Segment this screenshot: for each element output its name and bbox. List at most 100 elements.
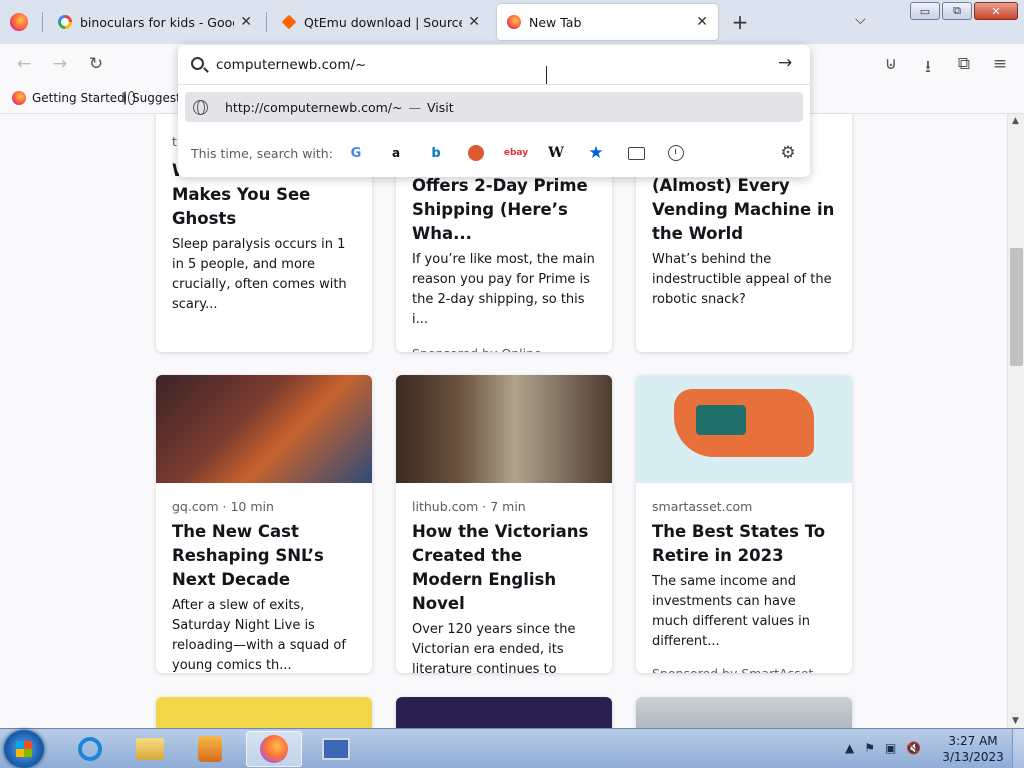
- story-image: [636, 375, 852, 483]
- internet-explorer-taskbar-icon[interactable]: [62, 731, 118, 767]
- story-title: Makes You See Ghosts: [172, 185, 311, 228]
- volume-muted-icon[interactable]: 🔇: [906, 741, 921, 755]
- duckduckgo-engine-icon[interactable]: [466, 143, 486, 163]
- tab-strip: binoculars for kids - Google Search ✕ Qt…: [0, 0, 1024, 44]
- window-controls: ▭ ⧉ ✕: [910, 2, 1018, 20]
- taskbar-clock[interactable]: 3:27 AM 3/13/2023: [940, 733, 1006, 765]
- list-all-tabs-button[interactable]: ⌵: [855, 12, 866, 28]
- search-icon: [191, 57, 204, 70]
- bookmark-getting-started[interactable]: Getting Started: [12, 91, 125, 105]
- tab-separator: [42, 12, 43, 32]
- story-image: [396, 375, 612, 483]
- globe-icon: [124, 91, 135, 105]
- scrollbar-thumb[interactable]: [1010, 248, 1023, 366]
- tab-new-tab[interactable]: New Tab ✕: [497, 4, 718, 40]
- story-excerpt: After a slew of exits, Saturday Night Li…: [172, 598, 346, 673]
- bookmark-label: Getting Started: [32, 91, 125, 105]
- pocket-icon[interactable]: ⊍: [880, 54, 902, 74]
- forward-button[interactable]: →: [49, 54, 71, 74]
- story-excerpt: If you’re like most, the main reason you…: [412, 252, 595, 327]
- story-source: smartasset.com: [652, 499, 753, 514]
- downloads-icon[interactable]: ⭳: [917, 54, 939, 83]
- remote-desktop-taskbar-icon[interactable]: [308, 731, 364, 767]
- tab-sourceforge[interactable]: QtEmu download | SourceForge.net ✕: [272, 4, 490, 40]
- suggestion-url: http://computernewb.com/~: [225, 99, 403, 115]
- firefox-logo-icon[interactable]: [10, 13, 28, 31]
- clock-date: 3/13/2023: [942, 750, 1004, 764]
- firefox-taskbar-icon[interactable]: [246, 731, 302, 767]
- bookmark-suggested-sites[interactable]: Suggested Sites: [124, 91, 180, 105]
- tab-close-icon[interactable]: ✕: [240, 14, 252, 30]
- media-player-taskbar-icon[interactable]: [182, 731, 238, 767]
- globe-icon: [193, 99, 208, 115]
- story-sponsor: Sponsored by Online Shopping Tools™: [412, 342, 596, 352]
- story-title: How the Victorians Created the Modern En…: [412, 522, 589, 613]
- google-engine-icon[interactable]: G: [346, 143, 366, 163]
- tab-label: New Tab: [529, 14, 582, 30]
- minimize-button[interactable]: ▭: [910, 2, 940, 20]
- story-source: gq.com · 10 min: [172, 499, 274, 514]
- wikipedia-engine-icon[interactable]: W: [546, 143, 566, 163]
- reload-button[interactable]: ↻: [85, 54, 107, 74]
- page-scrollbar[interactable]: ▲ ▼: [1007, 114, 1024, 728]
- story-card[interactable]: gq.com · 10 min The New Cast Reshaping S…: [156, 375, 372, 673]
- bookmarks-search-icon[interactable]: ★: [586, 143, 606, 163]
- amazon-engine-icon[interactable]: a: [386, 143, 406, 163]
- tabs-search-icon[interactable]: [626, 143, 646, 163]
- search-settings-icon[interactable]: ⚙: [778, 143, 798, 163]
- story-excerpt: Over 120 years since the Victorian era e…: [412, 622, 576, 673]
- firefox-favicon-icon: [12, 91, 26, 105]
- sourceforge-favicon-icon: [281, 14, 297, 30]
- file-explorer-taskbar-icon[interactable]: [122, 731, 178, 767]
- history-search-icon[interactable]: [666, 143, 686, 163]
- go-arrow-icon[interactable]: →: [778, 53, 792, 73]
- story-excerpt: Sleep paralysis occurs in 1 in 5 people,…: [172, 237, 347, 312]
- urlbar-panel: → http://computernewb.com/~ — Visit This…: [178, 45, 810, 177]
- story-sponsor: Sponsored by SmartAsset: [652, 662, 836, 673]
- story-card[interactable]: smartasset.com The Best States To Retire…: [636, 375, 852, 673]
- story-card[interactable]: [636, 697, 852, 728]
- restore-button[interactable]: ⧉: [942, 2, 972, 20]
- tab-label: QtEmu download | SourceForge.net: [304, 14, 462, 30]
- firefox-favicon-icon: [507, 15, 521, 29]
- search-engines-row: This time, search with: G a b ebay W ★ ⚙: [178, 141, 810, 165]
- ebay-engine-icon[interactable]: ebay: [504, 143, 528, 163]
- text-cursor-icon: [546, 66, 548, 84]
- scroll-up-icon[interactable]: ▲: [1012, 116, 1019, 126]
- back-button[interactable]: ←: [13, 54, 35, 74]
- urlbar: →: [178, 45, 810, 85]
- clock-time: 3:27 AM: [948, 734, 998, 748]
- app-menu-icon[interactable]: ≡: [989, 54, 1011, 74]
- map-shape: [696, 405, 746, 435]
- story-card[interactable]: [156, 697, 372, 728]
- story-excerpt: The same income and investments can have…: [652, 574, 811, 649]
- story-title: (Almost) Every Vending Machine in the Wo…: [652, 176, 835, 243]
- scroll-down-icon[interactable]: ▼: [1012, 716, 1019, 726]
- story-title: Offers 2-Day Prime Shipping (Here’s Wha.…: [412, 176, 588, 243]
- show-desktop-button[interactable]: [1012, 729, 1024, 768]
- extensions-icon[interactable]: ⧉: [953, 54, 975, 74]
- new-tab-page: ti W Makes You See Ghosts Sleep paralysi…: [0, 114, 1007, 728]
- tab-google-search[interactable]: binoculars for kids - Google Search ✕: [48, 4, 262, 40]
- tab-close-icon[interactable]: ✕: [696, 14, 708, 30]
- story-card[interactable]: [396, 697, 612, 728]
- new-tab-button[interactable]: +: [730, 10, 750, 34]
- tab-separator: [266, 12, 267, 32]
- search-with-label: This time, search with:: [191, 145, 333, 161]
- story-card[interactable]: lithub.com · 7 min How the Victorians Cr…: [396, 375, 612, 673]
- tray-chevron-icon[interactable]: ▲: [845, 741, 854, 755]
- action-center-flag-icon[interactable]: ⚑: [864, 741, 875, 755]
- google-favicon-icon: [58, 15, 72, 29]
- suggestion-action: Visit: [426, 99, 454, 115]
- story-title: The New Cast Reshaping SNL’s Next Decade: [172, 522, 324, 589]
- urlbar-input[interactable]: [216, 53, 756, 77]
- url-suggestion-row[interactable]: http://computernewb.com/~ — Visit: [185, 92, 803, 122]
- start-button[interactable]: [4, 730, 44, 768]
- bing-engine-icon[interactable]: b: [426, 143, 446, 163]
- tab-close-icon[interactable]: ✕: [468, 14, 480, 30]
- network-icon[interactable]: ▣: [885, 741, 896, 755]
- story-image: [636, 697, 852, 728]
- bookmark-label: Suggested Sites: [132, 91, 180, 105]
- story-image: [396, 697, 612, 728]
- close-window-button[interactable]: ✕: [974, 2, 1018, 20]
